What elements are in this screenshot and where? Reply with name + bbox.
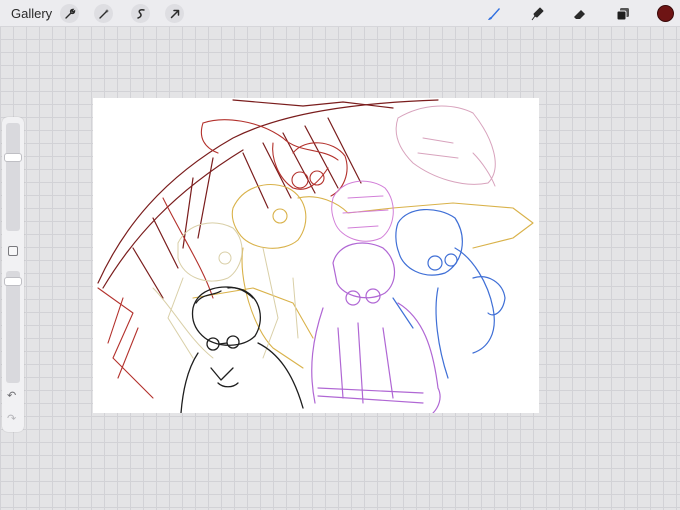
wrench-icon[interactable] — [60, 4, 79, 23]
modify-button[interactable] — [8, 246, 18, 256]
opacity-slider[interactable] — [6, 271, 20, 383]
undo-icon[interactable]: ↶ — [7, 389, 16, 402]
layers-icon[interactable] — [613, 4, 632, 23]
blue-figure — [392, 208, 506, 379]
brush-sidebar: ↶ ↷ — [2, 117, 24, 432]
top-toolbar: Gallery — [0, 0, 680, 27]
selection-icon[interactable] — [131, 4, 150, 23]
sketch-artwork — [97, 99, 534, 413]
gallery-button[interactable]: Gallery — [11, 6, 52, 21]
black-figure — [180, 286, 304, 413]
color-picker-button[interactable] — [657, 5, 674, 22]
opacity-handle[interactable] — [4, 277, 22, 286]
drawing-canvas[interactable] — [93, 98, 539, 413]
redo-icon[interactable]: ↷ — [7, 412, 16, 425]
pink-figure — [395, 105, 496, 187]
beige-figure — [152, 222, 299, 359]
brush-size-slider[interactable] — [6, 123, 20, 231]
brush-size-handle[interactable] — [4, 153, 22, 162]
transform-arrow-icon[interactable] — [165, 4, 184, 23]
brush-icon[interactable] — [484, 4, 503, 23]
magic-wand-icon[interactable] — [94, 4, 113, 23]
purple-figure — [311, 242, 441, 413]
smudge-icon[interactable] — [527, 4, 546, 23]
eraser-icon[interactable] — [570, 4, 589, 23]
red-figure — [97, 119, 348, 399]
